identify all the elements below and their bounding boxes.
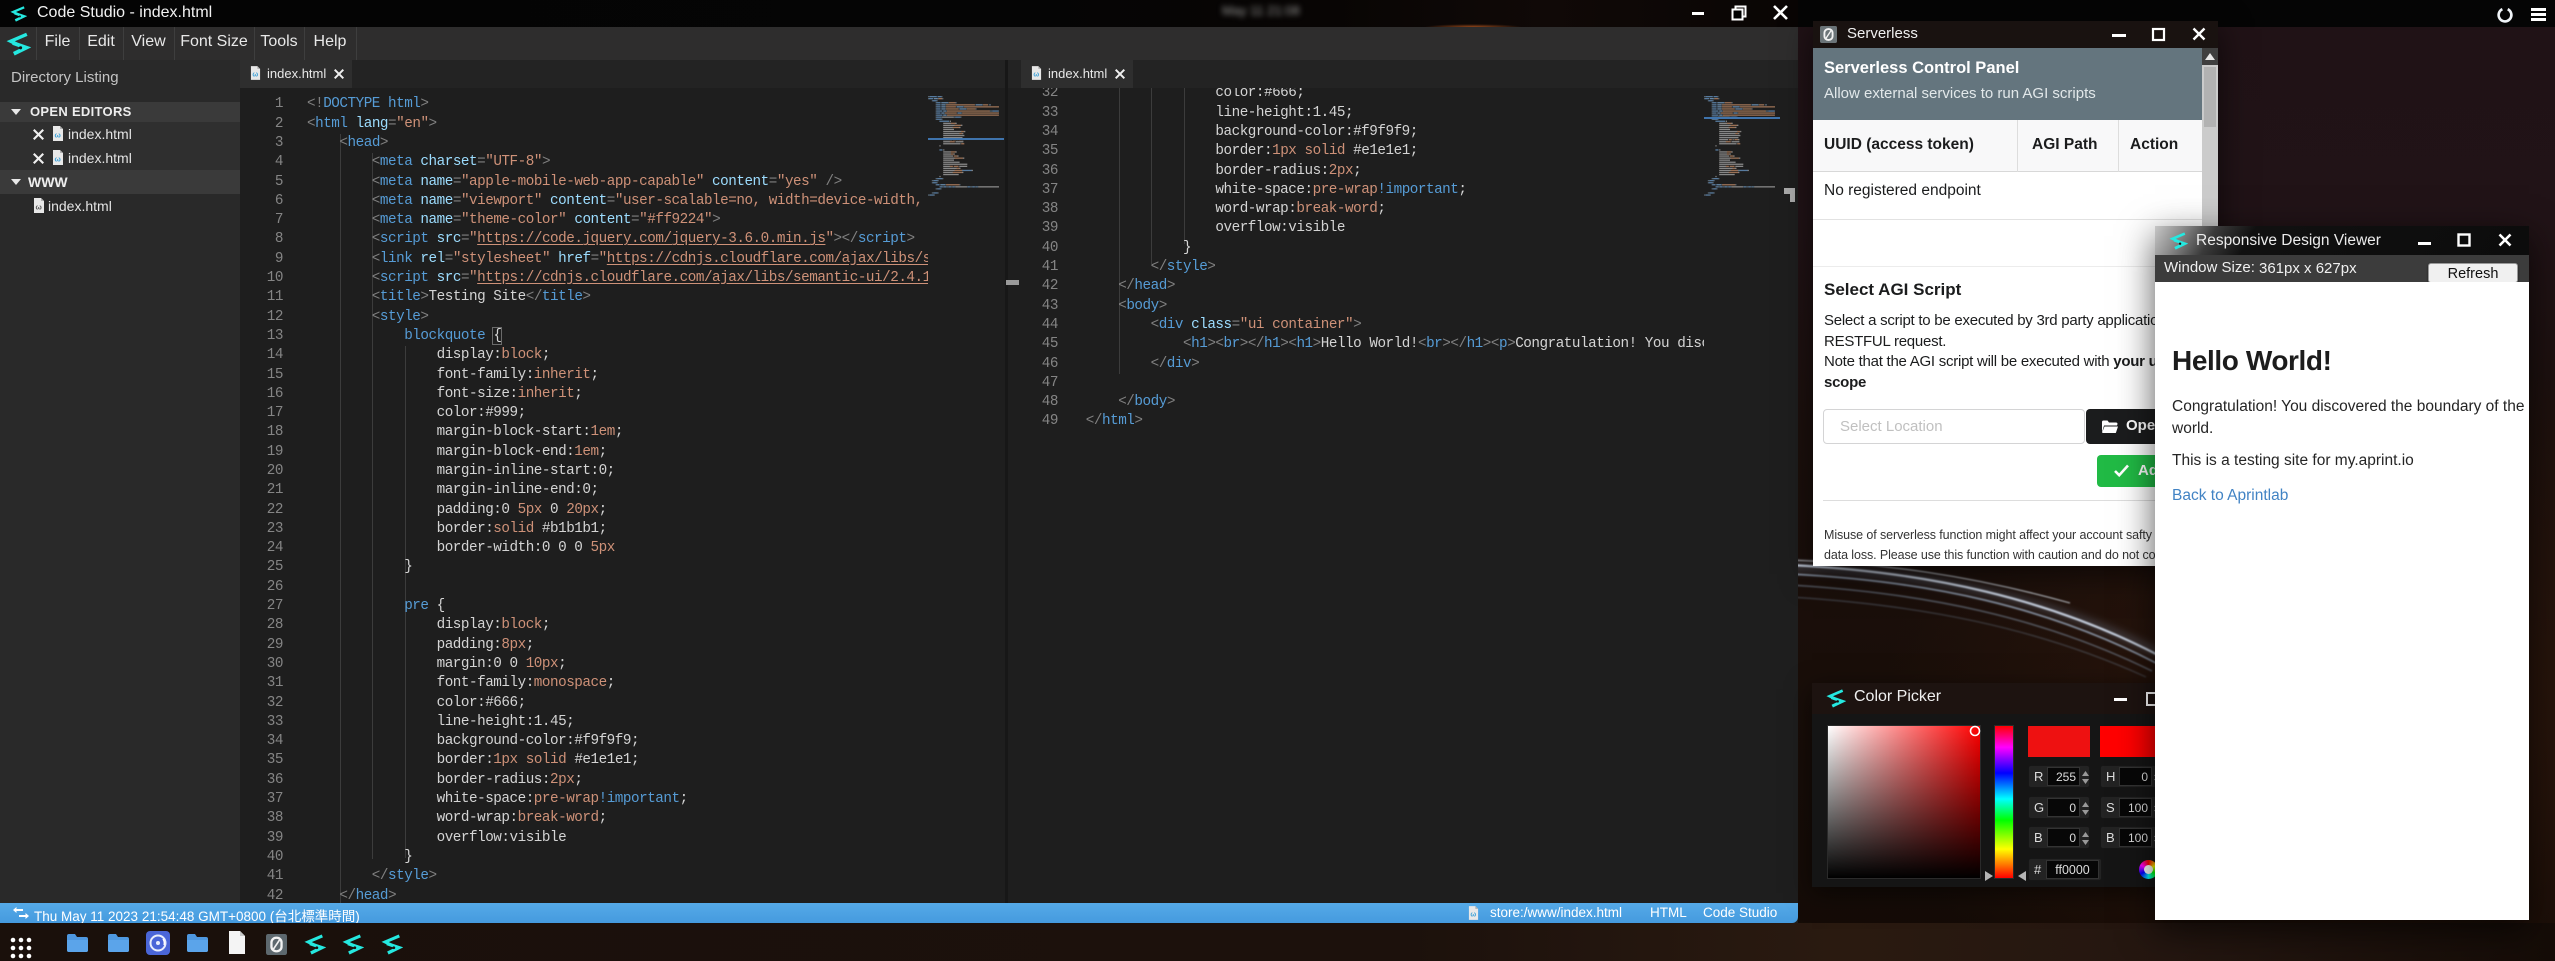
- svg-text:ω: ω: [1470, 912, 1476, 919]
- svg-text:ω: ω: [36, 203, 43, 212]
- svg-text:ω: ω: [55, 131, 62, 140]
- svg-text:ω: ω: [55, 155, 62, 164]
- svg-text:ω: ω: [1033, 72, 1039, 79]
- svg-text:ω: ω: [252, 72, 258, 79]
